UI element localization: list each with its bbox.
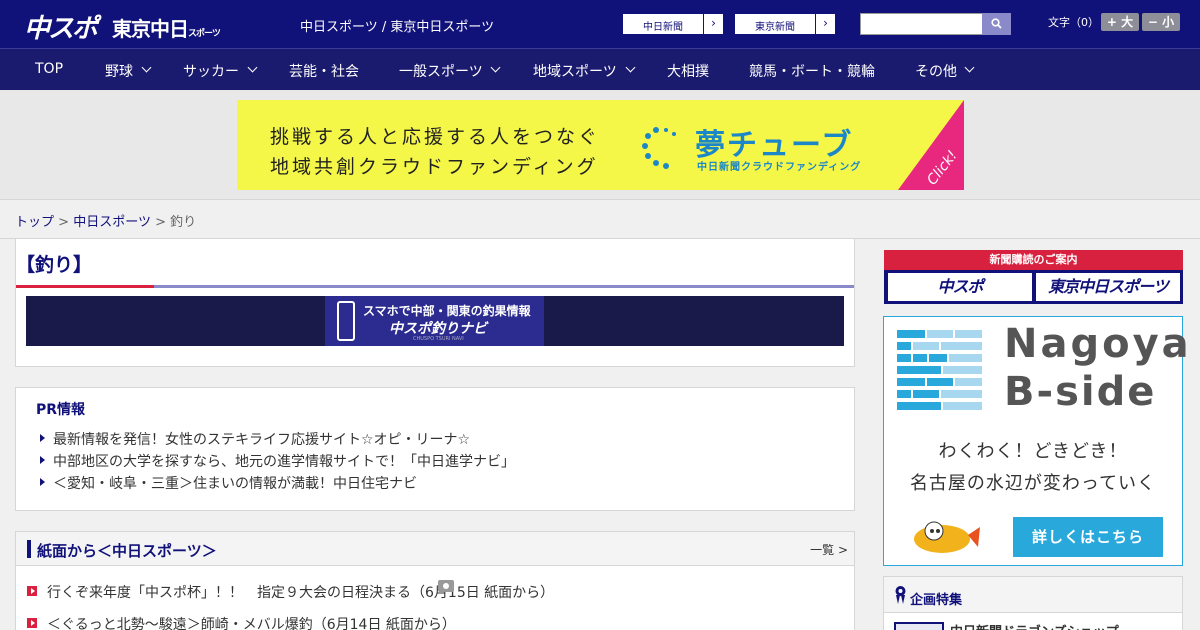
breadcrumb-top[interactable]: トップ: [15, 215, 54, 230]
page-title: 【釣り】: [16, 254, 93, 276]
subscribe-tokyo-chunichi-button[interactable]: 東京中日スポーツ: [1036, 273, 1180, 301]
nav-item-sumo[interactable]: 大相撲: [667, 61, 709, 81]
nav-item-other[interactable]: その他: [915, 61, 957, 81]
font-size-increase-button[interactable]: + 大: [1101, 13, 1139, 31]
pr-section: PR情報 最新情報を発信！女性のステキライフ応援サイト☆オピ・リーナ☆ 中部地区…: [15, 387, 855, 511]
tsuri-navi-banner[interactable]: スマホで中部・関東の釣果情報 中スポ釣りナビ CHUSPO TSURI NAVI: [26, 296, 844, 346]
breadcrumb-chunichi-sports[interactable]: 中日スポーツ: [73, 215, 151, 230]
chevron-down-icon[interactable]: [964, 62, 975, 73]
tsuri-banner-line-1: スマホで中部・関東の釣果情報: [363, 304, 531, 318]
bside-tagline-1: わくわく！どきどき！: [938, 441, 1128, 462]
tokyo-logo-text: 東京中日: [112, 17, 189, 41]
search-button[interactable]: [982, 13, 1011, 35]
search-icon: [991, 18, 1002, 29]
nav-item-local-sports[interactable]: 地域スポーツ: [533, 61, 617, 81]
tsuri-banner-line-2: 中スポ釣りナビ: [389, 321, 487, 337]
title-underline-purple: [154, 285, 854, 288]
arrow-right-icon: [40, 434, 45, 442]
pr-item-text: 最新情報を発信！女性のステキライフ応援サイト☆オピ・リーナ☆: [53, 432, 471, 448]
nav-item-top[interactable]: TOP: [35, 61, 63, 77]
header-site-names: 中日スポーツ / 東京中日スポーツ: [300, 20, 495, 35]
chevron-down-icon[interactable]: [625, 62, 636, 73]
kikaku-header: 企画特集: [884, 577, 1182, 613]
breadcrumb-separator: >: [155, 215, 166, 230]
nav-item-entertainment[interactable]: 芸能・社会: [289, 61, 359, 81]
tokyo-shimbun-label: 東京新聞: [755, 22, 795, 33]
building-blocks-icon: [897, 330, 982, 410]
breadcrumb-current: 釣り: [170, 215, 197, 230]
section-marker: [27, 540, 31, 558]
nav-item-general-sports[interactable]: 一般スポーツ: [399, 61, 483, 81]
ad-line-2: 地域共創クラウドファンディング: [270, 156, 599, 178]
subscription-box: 中スポ 東京中日スポーツ: [884, 270, 1183, 304]
chevron-down-icon[interactable]: [141, 62, 152, 73]
news-item-text: 行くぞ来年度「中スポ杯」！！ 指定９大会の日程決まる（6月15日 紙面から）: [47, 585, 555, 601]
shimen-section: 紙面から＜中日スポーツ＞ 一覧 > 行くぞ来年度「中スポ杯」！！ 指定９大会の日…: [15, 531, 855, 630]
camera-icon: [438, 580, 454, 592]
ad-line-1: 挑戦する人と応援する人をつなぐ: [270, 126, 601, 148]
bside-title-line-1: Nagoya: [1004, 321, 1192, 367]
title-underline-red: [16, 285, 154, 288]
chunichi-shimbun-link[interactable]: 中日新聞 ›: [622, 13, 724, 35]
font-size-decrease-button[interactable]: − 小: [1142, 13, 1180, 31]
tokyo-chunichi-logo[interactable]: 東京中日スポーツ: [112, 13, 221, 42]
kikaku-item-link[interactable]: 中日新聞ドラゴンズショップ: [950, 621, 1119, 630]
ribbon-icon: [895, 586, 906, 604]
tokyo-shimbun-link[interactable]: 東京新聞 ›: [734, 13, 836, 35]
nav-item-keiba-boat-keirin[interactable]: 競馬・ボート・競輪: [749, 61, 875, 81]
tsuri-banner-line-3: CHUSPO TSURI NAVI: [413, 336, 464, 342]
pr-title: PR情報: [36, 402, 86, 418]
main-nav: TOP 野球 サッカー 芸能・社会 一般スポーツ 地域スポーツ 大相撲 競馬・ボ…: [0, 48, 1200, 90]
pr-item-text: 中部地区の大学を探すなら、地元の進学情報サイトで！「中日進学ナビ」: [53, 454, 515, 470]
subscription-header: 新聞購読のご案内: [884, 250, 1183, 270]
ad-brand-sub: 中日新聞クラウドファンディング: [697, 162, 862, 173]
breadcrumb-separator: >: [58, 215, 70, 230]
arrow-right-icon: [40, 456, 45, 464]
shimen-title: 紙面から＜中日スポーツ＞: [37, 542, 217, 560]
bside-tagline-2: 名古屋の水辺が変わっていく: [909, 473, 1157, 494]
chevron-down-icon[interactable]: [247, 62, 258, 73]
chevron-right-icon: ›: [815, 14, 835, 34]
nav-item-soccer[interactable]: サッカー: [183, 61, 239, 81]
nav-item-baseball[interactable]: 野球: [105, 61, 133, 81]
bside-details-button[interactable]: 詳しくはこちら: [1013, 517, 1163, 557]
bullet-icon: [27, 586, 37, 596]
tokyo-logo-sub: スポーツ: [188, 29, 221, 39]
arrow-right-icon: [40, 478, 45, 486]
pr-item-text: ＜愛知・岐阜・三重＞住まいの情報が満載！中日住宅ナビ: [53, 476, 417, 492]
nagoya-bside-ad[interactable]: Nagoya B-side わくわく！どきどき！ 名古屋の水辺が変わっていく 詳…: [883, 316, 1189, 566]
chuspo-logo[interactable]: 中スポ: [24, 8, 98, 45]
chunichi-shimbun-label: 中日新聞: [643, 22, 683, 33]
banner-area: 挑戦する人と応援する人をつなぐ 地域共創クラウドファンディング 夢チューブ 中日…: [0, 90, 1200, 200]
dots-logo-icon: [642, 127, 676, 169]
font-size-label: 文字（0）: [1048, 16, 1099, 29]
news-item-text: ＜ぐるっと北勢～駿遠＞師崎・メバル爆釣（6月14日 紙面から）: [47, 617, 456, 630]
yume-tube-ad-banner[interactable]: 挑戦する人と応援する人をつなぐ 地域共創クラウドファンディング 夢チューブ 中日…: [237, 100, 964, 190]
site-header: 中スポ 東京中日スポーツ 中日スポーツ / 東京中日スポーツ 中日新聞 › 東京…: [0, 0, 1200, 48]
chevron-right-icon: ›: [703, 14, 723, 34]
bullet-icon: [27, 618, 37, 628]
shimen-more-link[interactable]: 一覧 >: [810, 541, 848, 558]
chevron-down-icon[interactable]: [490, 62, 501, 73]
shimen-header: 紙面から＜中日スポーツ＞ 一覧 >: [16, 532, 854, 566]
search-input[interactable]: [860, 13, 983, 35]
kikaku-title: 企画特集: [910, 593, 963, 608]
tsuri-navi-inner: スマホで中部・関東の釣果情報 中スポ釣りナビ CHUSPO TSURI NAVI: [325, 296, 544, 346]
breadcrumb: トップ > 中日スポーツ > 釣り: [15, 211, 196, 230]
subscribe-chuspo-button[interactable]: 中スポ: [888, 273, 1032, 301]
smartphone-icon: [337, 301, 355, 341]
kikaku-section: 企画特集 中日新聞ドラゴンズショップ: [883, 576, 1183, 630]
kikaku-thumbnail[interactable]: [894, 622, 944, 630]
bside-title-line-2: B-side: [1004, 369, 1157, 415]
ebifry-mascot-icon: [914, 521, 980, 553]
